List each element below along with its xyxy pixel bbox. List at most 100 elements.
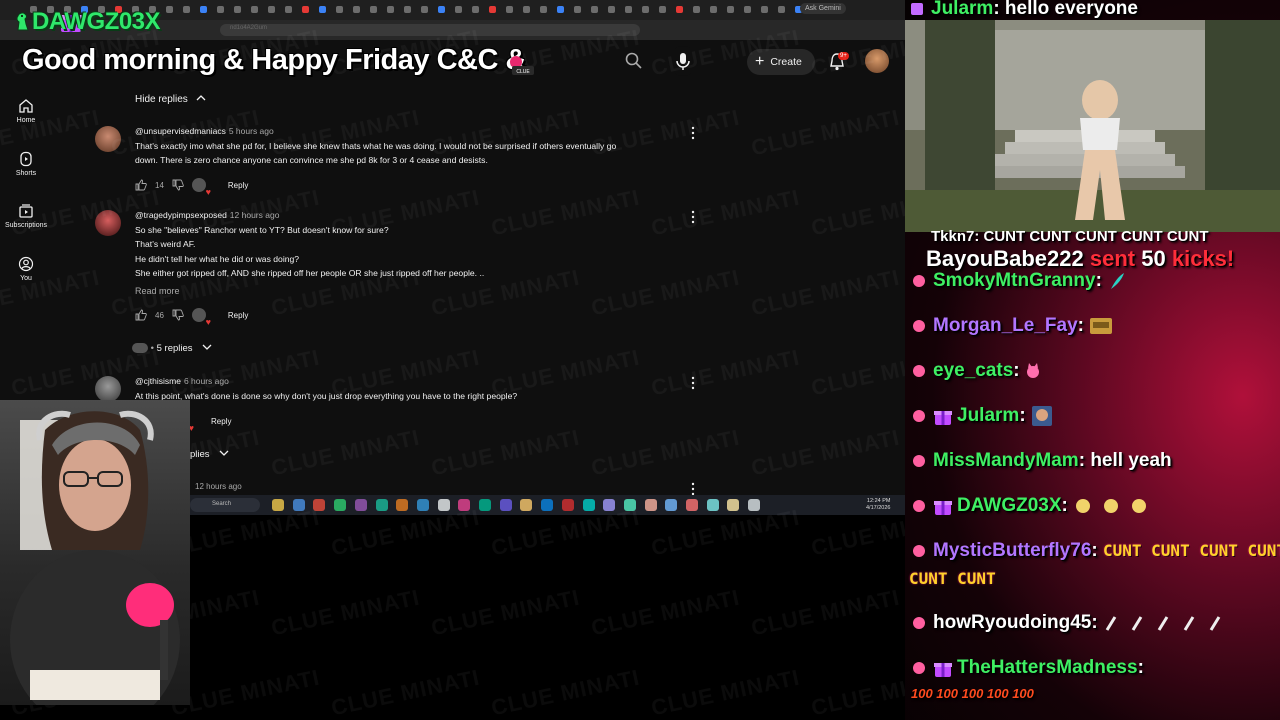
taskbar-app-icon[interactable] bbox=[706, 499, 719, 511]
browser-tab[interactable] bbox=[625, 6, 632, 13]
chat-username[interactable]: SmokyMtnGranny bbox=[933, 270, 1096, 291]
browser-tab[interactable] bbox=[285, 6, 292, 13]
chat-username[interactable]: howRyoudoing45 bbox=[933, 612, 1091, 633]
ask-gemini-button[interactable]: Ask Gemini bbox=[800, 3, 846, 14]
taskbar-app-icon[interactable] bbox=[582, 499, 595, 511]
browser-tab[interactable] bbox=[353, 6, 360, 13]
reply-button[interactable]: Reply bbox=[211, 417, 231, 426]
watermark-text: CLUE MINATI bbox=[589, 585, 742, 642]
browser-tab[interactable] bbox=[676, 6, 683, 13]
chat-username[interactable]: Jularm bbox=[957, 405, 1019, 426]
kick-unit: kicks! bbox=[1171, 246, 1235, 271]
browser-tab[interactable] bbox=[778, 6, 785, 13]
chat-username[interactable]: MissMandyMam bbox=[933, 450, 1079, 471]
browser-tab[interactable] bbox=[506, 6, 513, 13]
taskbar-app-icon[interactable] bbox=[416, 499, 429, 511]
clock-time: 12:24 PM bbox=[866, 498, 891, 504]
browser-tab[interactable] bbox=[251, 6, 258, 13]
taskbar-app-icon[interactable] bbox=[354, 499, 367, 511]
search-icon[interactable] bbox=[624, 51, 644, 71]
taskbar-app-icon[interactable] bbox=[479, 499, 491, 511]
chat-username[interactable]: eye_cats bbox=[933, 360, 1013, 381]
browser-tab[interactable] bbox=[183, 6, 190, 13]
taskbar-app-icon[interactable] bbox=[334, 499, 347, 511]
browser-tab[interactable] bbox=[540, 6, 547, 13]
browser-tab[interactable] bbox=[642, 6, 649, 13]
taskbar-app-icon[interactable] bbox=[520, 499, 533, 511]
browser-tab[interactable] bbox=[387, 6, 394, 13]
browser-tab[interactable] bbox=[421, 6, 428, 13]
kick-sender[interactable]: BayouBabe222 bbox=[926, 246, 1084, 271]
taskbar-app-icon[interactable] bbox=[396, 499, 409, 511]
comment-age[interactable]: 12 hours ago bbox=[195, 482, 242, 491]
comment-line: He didn't tell her what he did or was do… bbox=[135, 253, 300, 264]
browser-tab[interactable] bbox=[659, 6, 666, 13]
browser-tab[interactable] bbox=[217, 6, 224, 13]
taskbar-app-icon[interactable] bbox=[644, 499, 657, 511]
taskbar-app-icon[interactable] bbox=[437, 499, 450, 511]
chat-username[interactable]: TheHattersMadness bbox=[957, 657, 1138, 678]
taskbar-app-icon[interactable] bbox=[561, 499, 574, 511]
browser-tab[interactable] bbox=[438, 6, 445, 13]
taskbar-app-icon[interactable] bbox=[272, 499, 284, 511]
chat-username[interactable]: Morgan_Le_Fay bbox=[933, 315, 1078, 336]
browser-tab[interactable] bbox=[268, 6, 275, 13]
reply-button[interactable]: Reply bbox=[228, 181, 248, 190]
sidebar-item-shorts[interactable]: Shorts bbox=[0, 151, 52, 177]
streamer-webcam bbox=[0, 400, 190, 705]
taskbar-app-icon[interactable] bbox=[375, 499, 388, 511]
browser-tab[interactable] bbox=[234, 6, 241, 13]
browser-tab[interactable] bbox=[370, 6, 377, 13]
chat-username[interactable]: Jularm bbox=[931, 0, 993, 19]
taskbar-app-icon[interactable] bbox=[748, 499, 761, 511]
dislike-icon[interactable] bbox=[172, 309, 184, 321]
browser-tab[interactable] bbox=[727, 6, 734, 13]
browser-tab[interactable] bbox=[302, 6, 309, 13]
reply-button[interactable]: Reply bbox=[228, 311, 248, 320]
browser-tab[interactable] bbox=[693, 6, 700, 13]
taskbar-app-icon[interactable] bbox=[727, 499, 740, 511]
taskbar-app-icon[interactable] bbox=[499, 499, 512, 511]
browser-tab[interactable] bbox=[336, 6, 343, 13]
hide-replies-label: Hide replies bbox=[135, 94, 188, 105]
browser-tab[interactable] bbox=[200, 6, 207, 13]
replies-toggle-label: 5 replies bbox=[156, 343, 193, 354]
taskbar-app-icon[interactable] bbox=[686, 499, 698, 511]
user-badge-icon bbox=[913, 364, 925, 377]
chat-username[interactable]: MysticButterfly76 bbox=[933, 540, 1091, 561]
gift-badge-icon bbox=[934, 500, 952, 515]
watermark-text: CLUE MINATI bbox=[269, 585, 422, 642]
browser-tab[interactable] bbox=[761, 6, 768, 13]
taskbar-search[interactable]: Search bbox=[190, 498, 260, 512]
taskbar-clock[interactable]: 12:24 PM 4/17/2026 bbox=[866, 498, 890, 512]
more-options-icon[interactable] bbox=[690, 482, 696, 496]
browser-tab[interactable] bbox=[472, 6, 479, 13]
user-badge-icon bbox=[913, 616, 925, 629]
chat-message-partial: Tkkn7: CUNT CUNT CUNT CUNT CUNT bbox=[931, 228, 1209, 245]
browser-tab[interactable] bbox=[404, 6, 411, 13]
browser-tab[interactable] bbox=[523, 6, 530, 13]
gift-badge-icon bbox=[934, 411, 952, 425]
browser-tab[interactable] bbox=[744, 6, 751, 13]
browser-tab[interactable] bbox=[455, 6, 462, 13]
browser-tab[interactable] bbox=[608, 6, 615, 13]
user-badge-icon bbox=[913, 661, 925, 674]
hide-replies-button[interactable]: Hide replies bbox=[135, 94, 207, 105]
browser-tab[interactable] bbox=[557, 6, 564, 13]
browser-tab[interactable] bbox=[591, 6, 598, 13]
browser-tab[interactable] bbox=[574, 6, 581, 13]
webcam-feed bbox=[10, 410, 180, 705]
dislike-icon[interactable] bbox=[172, 179, 184, 191]
browser-tab[interactable] bbox=[489, 6, 496, 13]
you-icon bbox=[18, 256, 34, 272]
browser-tab[interactable] bbox=[710, 6, 717, 13]
browser-tab[interactable] bbox=[166, 6, 173, 13]
chevron-down-icon bbox=[202, 344, 212, 350]
browser-tab[interactable] bbox=[319, 6, 326, 13]
taskbar-app-icon[interactable] bbox=[665, 499, 678, 511]
gift-badge-icon bbox=[911, 2, 923, 15]
chat-username[interactable]: DAWGZ03X bbox=[957, 495, 1062, 516]
watermark-text: CLUE MINATI bbox=[429, 585, 582, 642]
taskbar-app-icon[interactable] bbox=[541, 499, 554, 511]
user-badge-icon bbox=[913, 544, 925, 557]
